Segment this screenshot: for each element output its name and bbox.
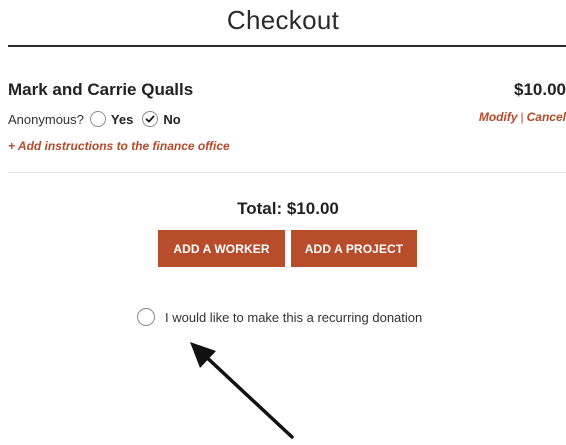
modify-link[interactable]: Modify [479,110,518,124]
anonymous-yes-radio[interactable] [89,111,106,127]
anonymous-yes-label[interactable]: Yes [111,112,133,127]
recurring-donation-label[interactable]: I would like to make this a recurring do… [165,310,422,325]
item-actions: Modify | Cancel [479,110,566,124]
recurring-donation-checkbox[interactable] [137,308,155,326]
add-instructions-link[interactable]: + Add instructions to the finance office [8,139,230,153]
donation-recipient-name: Mark and Carrie Qualls [8,80,194,99]
anonymous-label: Anonymous? [8,111,84,127]
cancel-link[interactable]: Cancel [527,110,566,124]
anonymous-no-label[interactable]: No [163,112,180,127]
checkmark-icon [145,115,155,123]
add-worker-button[interactable]: ADD A WORKER [158,230,285,267]
anonymous-no-radio[interactable] [142,111,159,127]
title-divider [8,45,566,47]
action-separator: | [520,110,524,124]
page-title: Checkout [226,5,340,35]
section-divider [8,172,566,173]
arrow-icon [190,342,294,439]
donation-amount: $10.00 [514,80,566,99]
anonymous-options: Anonymous? Yes No [8,109,190,129]
add-project-button[interactable]: ADD A PROJECT [291,230,417,267]
recurring-donation-option[interactable]: I would like to make this a recurring do… [137,307,422,327]
order-total: Total: $10.00 [237,199,339,218]
